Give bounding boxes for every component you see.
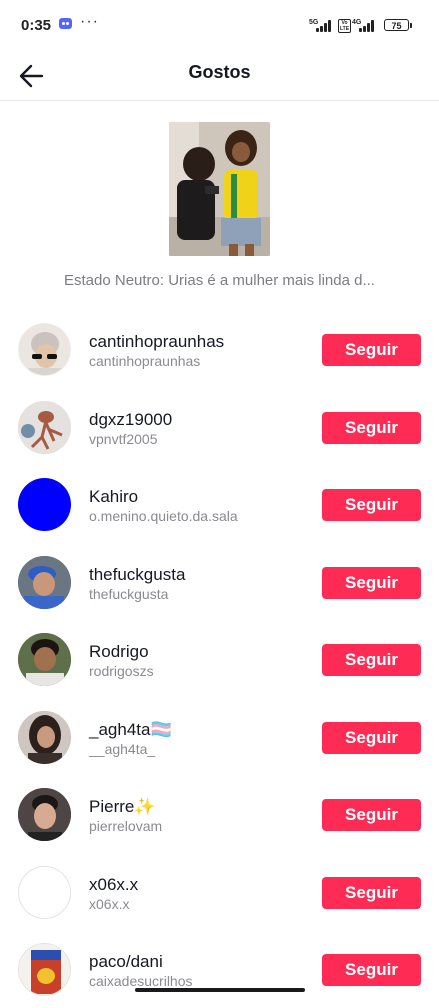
display-name: Kahiro [89, 487, 139, 506]
avatar[interactable] [18, 555, 71, 609]
username: vpnvtf2005 [89, 430, 158, 447]
avatar[interactable] [18, 943, 71, 996]
list-item[interactable]: thefuckgusta thefuckgusta Seguir [0, 543, 439, 621]
avatar-image [18, 710, 71, 764]
list-item[interactable]: cantinhopraunhas cantinhopraunhas Seguir [0, 310, 439, 388]
avatar[interactable] [18, 710, 71, 764]
avatar[interactable] [18, 865, 71, 919]
display-name: _agh4ta🏳️‍⚧️ [89, 719, 172, 739]
volte-label: Vo LTE [339, 20, 350, 32]
list-item[interactable]: x06x.x x06x.x Seguir [0, 853, 439, 931]
avatar[interactable] [18, 478, 71, 531]
follow-button[interactable]: Seguir [322, 644, 421, 676]
avatar-image [19, 324, 70, 375]
username: pierrelovam [89, 818, 163, 834]
follow-button[interactable]: Seguir [322, 334, 421, 366]
username: o.menino.quieto.da.sala [89, 508, 238, 524]
likes-user-list: cantinhopraunhas cantinhopraunhas Seguir… [0, 310, 439, 1008]
battery-icon: 75 [384, 19, 412, 31]
avatar[interactable] [18, 633, 71, 686]
display-name: cantinhopraunhas [89, 332, 225, 351]
follow-button[interactable]: Seguir [322, 954, 421, 986]
video-thumbnail-image [169, 122, 270, 256]
display-name: paco/dani [89, 952, 163, 971]
list-item[interactable]: paco/dani caixadesucrilhos Seguir [0, 930, 439, 1008]
avatar-image [18, 400, 71, 454]
home-indicator[interactable] [135, 988, 305, 992]
display-name: x06x.x [89, 874, 139, 894]
avatar[interactable] [18, 400, 71, 454]
username: rodrigoszs [89, 663, 154, 679]
username: caixadesucrilhos [89, 973, 193, 989]
list-item[interactable]: Pierre✨ pierrelovam Seguir [0, 775, 439, 853]
list-item[interactable]: _agh4ta🏳️‍⚧️ __agh4ta_ Seguir [0, 698, 439, 776]
follow-button[interactable]: Seguir [322, 411, 421, 444]
avatar[interactable] [18, 323, 71, 376]
list-item[interactable]: dgxz19000 vpnvtf2005 Seguir [0, 388, 439, 466]
page-title: Gostos [188, 62, 251, 82]
follow-button[interactable]: Seguir [322, 799, 421, 831]
avatar[interactable] [18, 788, 71, 841]
signal-strength-icon-2 [357, 19, 377, 32]
username: x06x.x [89, 895, 130, 912]
list-item[interactable]: Rodrigo rodrigoszs Seguir [0, 620, 439, 698]
status-bar: 0:35 ··· 5G Vo LTE 4G 75 [0, 0, 439, 50]
display-name: Rodrigo [89, 642, 149, 661]
header: Gostos [0, 50, 439, 101]
avatar-image [18, 633, 71, 686]
discord-notification-icon [59, 18, 72, 29]
display-name: Pierre✨ [89, 797, 156, 816]
display-name: thefuckgusta [89, 564, 186, 584]
follow-button[interactable]: Seguir [322, 489, 421, 521]
follow-button[interactable]: Seguir [322, 721, 421, 754]
list-item[interactable]: Kahiro o.menino.quieto.da.sala Seguir [0, 465, 439, 543]
avatar-image [18, 788, 71, 841]
display-name: dgxz19000 [89, 409, 173, 429]
video-caption: Estado Neutro: Urias é a mulher mais lin… [64, 272, 375, 289]
follow-button[interactable]: Seguir [322, 566, 421, 599]
username: cantinhopraunhas [89, 353, 201, 369]
avatar-image [18, 555, 71, 609]
volte-icon: Vo LTE [338, 19, 351, 33]
username: thefuckgusta [89, 585, 169, 602]
status-time: 0:35 [21, 17, 52, 34]
more-notifications-icon: ··· [80, 13, 99, 30]
signal-strength-icon [314, 19, 334, 32]
follow-button[interactable]: Seguir [322, 876, 421, 909]
avatar-image [19, 944, 70, 995]
video-thumbnail[interactable] [169, 122, 270, 256]
username: __agh4ta_ [89, 740, 156, 757]
